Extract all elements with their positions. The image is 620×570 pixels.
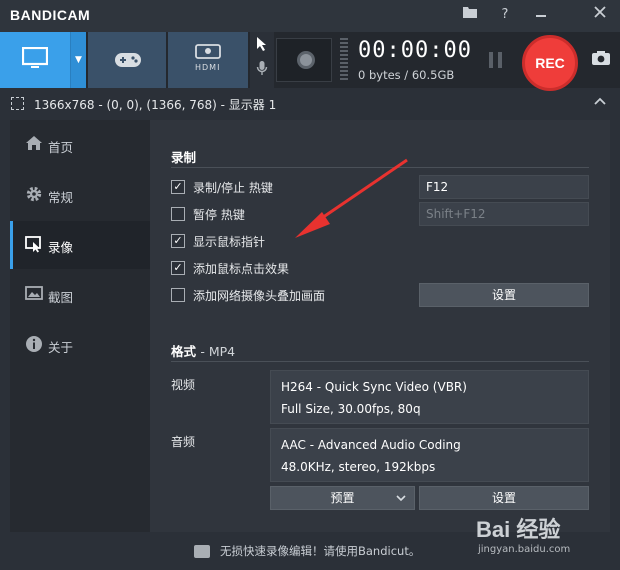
help-icon[interactable]: ? <box>495 5 515 25</box>
title-bar: BANDICAM ? <box>0 0 620 32</box>
format-section-title: 格式 - MP4 <box>171 341 235 360</box>
record-hotkey-checkbox[interactable]: ✓ <box>171 180 185 194</box>
webcam-icon <box>297 51 315 69</box>
sidebar-item-video[interactable]: 录像 <box>10 221 150 269</box>
video-codec: H264 - Quick Sync Video (VBR) <box>281 380 467 394</box>
sidebar-item-label: 关于 <box>48 340 74 355</box>
gear-icon <box>24 185 44 205</box>
option-label: 添加网络摄像头叠加画面 <box>193 289 326 303</box>
sidebar-item-label: 首页 <box>48 140 74 155</box>
webcam-overlay-checkbox[interactable] <box>171 288 185 302</box>
watermark-logo: Bai 经验 <box>476 517 561 542</box>
audio-label: 音频 <box>171 435 196 449</box>
toolbar: ▼ HDMI 00:00:00 0 bytes / 60.5GB REC <box>0 32 620 91</box>
sidebar-item-screenshot[interactable]: 截图 <box>10 271 150 319</box>
chevron-up-icon[interactable] <box>594 95 606 109</box>
sidebar-item-home[interactable]: 首页 <box>10 121 150 169</box>
watermark-url: jingyan.baidu.com <box>478 544 571 555</box>
baidu-watermark: Bai 经验 jingyan.baidu.com <box>476 512 570 555</box>
audio-detail: 48.0KHz, stereo, 192kbps <box>281 460 436 474</box>
gamepad-icon <box>114 50 142 74</box>
pause-hotkey-checkbox[interactable] <box>171 207 185 221</box>
screen-mode-button[interactable] <box>0 32 70 88</box>
option-label: 暂停 热键 <box>193 208 245 222</box>
game-mode-button[interactable] <box>88 32 166 88</box>
option-label: 添加鼠标点击效果 <box>193 262 290 276</box>
app-logo: BANDICAM <box>10 7 91 23</box>
sidebar: 首页 常规 录像 截图 关于 <box>10 120 150 532</box>
sidebar-item-label: 录像 <box>48 240 74 255</box>
video-detail: Full Size, 30.00fps, 80q <box>281 402 421 416</box>
record-section-title: 录制 <box>171 150 197 165</box>
chat-bubble-icon <box>194 545 210 558</box>
camera-icon[interactable] <box>590 50 612 68</box>
pause-hotkey-field[interactable]: Shift+F12 <box>419 202 589 226</box>
image-icon <box>24 285 44 305</box>
format-container: - MP4 <box>200 344 236 359</box>
format-settings-button[interactable]: 设置 <box>419 486 589 510</box>
recording-timer: 00:00:00 <box>358 38 472 63</box>
bandicut-promo-link[interactable]: 无损快速录像编辑！请使用Bandicut。 <box>220 543 420 559</box>
mode-dropdown-button[interactable]: ▼ <box>70 32 86 88</box>
cursor-icon[interactable] <box>253 36 271 60</box>
sidebar-item-label: 截图 <box>48 290 74 305</box>
region-bar[interactable]: 1366x768 - (0, 0), (1366, 768) - 显示器 1 <box>0 92 620 116</box>
close-icon[interactable] <box>590 5 610 25</box>
device-mode-button[interactable]: HDMI <box>168 32 248 88</box>
sidebar-item-label: 常规 <box>48 190 74 205</box>
webcam-preview[interactable] <box>276 38 332 82</box>
home-icon <box>24 135 44 155</box>
monitor-icon <box>21 46 49 75</box>
microphone-icon[interactable] <box>253 60 271 84</box>
hdmi-device-icon <box>195 44 221 64</box>
sidebar-item-general[interactable]: 常规 <box>10 171 150 219</box>
audio-level-meter <box>340 38 348 82</box>
video-settings-panel: 录制 ✓ 录制/停止 热键 F12 暂停 热键 Shift+F12 ✓ 显示鼠标… <box>150 120 610 532</box>
preset-label: 预置 <box>330 491 355 505</box>
chevron-down-icon <box>396 487 406 509</box>
draw-tools <box>250 32 274 88</box>
video-label: 视频 <box>171 378 196 392</box>
folder-icon[interactable] <box>460 5 480 25</box>
region-info: 1366x768 - (0, 0), (1366, 768) - 显示器 1 <box>34 98 277 112</box>
divider <box>171 361 589 362</box>
show-cursor-checkbox[interactable]: ✓ <box>171 234 185 248</box>
format-title: 格式 <box>171 344 197 359</box>
pause-icon-bar <box>498 52 502 68</box>
click-effect-checkbox[interactable]: ✓ <box>171 261 185 275</box>
file-size-readout: 0 bytes / 60.5GB <box>358 68 455 82</box>
divider <box>171 167 589 168</box>
option-label: 显示鼠标指针 <box>193 235 266 249</box>
audio-format-box[interactable]: AAC - Advanced Audio Coding 48.0KHz, ste… <box>270 428 589 482</box>
audio-codec: AAC - Advanced Audio Coding <box>281 438 461 452</box>
record-hotkey-field[interactable]: F12 <box>419 175 589 199</box>
rec-button[interactable]: REC <box>522 35 578 91</box>
region-select-icon <box>11 97 24 110</box>
pause-icon <box>489 52 493 68</box>
webcam-settings-button[interactable]: 设置 <box>419 283 589 307</box>
video-icon <box>24 235 44 255</box>
option-label: 录制/停止 热键 <box>193 181 273 195</box>
hdmi-label: HDMI <box>195 63 221 72</box>
info-icon <box>24 335 44 355</box>
preset-dropdown[interactable]: 预置 <box>270 486 415 510</box>
video-format-box[interactable]: H264 - Quick Sync Video (VBR) Full Size,… <box>270 370 589 424</box>
pause-button[interactable] <box>489 52 503 68</box>
minimize-icon[interactable] <box>531 5 551 25</box>
sidebar-item-about[interactable]: 关于 <box>10 321 150 369</box>
